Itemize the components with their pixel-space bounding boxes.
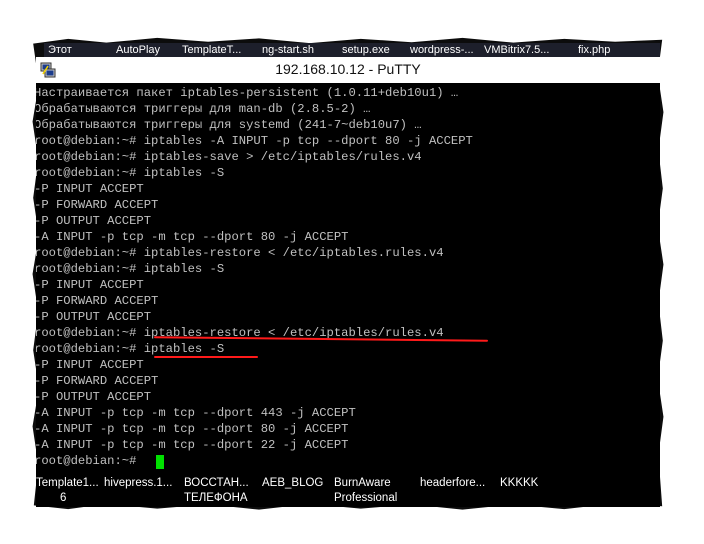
taskbar-item[interactable]: headerfore... [420,476,485,490]
taskbar-item[interactable]: setup.exe [342,43,390,57]
taskbar-item-sublabel: 6 [60,492,67,504]
taskbar-item[interactable]: hivepress.1... [104,476,172,490]
terminal-line: root@debian:~# iptables -A INPUT -p tcp … [36,134,473,148]
taskbar-item[interactable]: VMBitrix7.5... [484,43,549,57]
taskbar-item[interactable]: Template1... [36,476,99,490]
terminal-line: -P OUTPUT ACCEPT [36,310,152,324]
taskbar-item[interactable]: KKKKK [500,476,538,490]
terminal-line: -P FORWARD ACCEPT [36,198,159,212]
terminal-line: root@debian:~# iptables-save > /etc/ipta… [36,150,422,164]
terminal-line: -P FORWARD ACCEPT [36,294,159,308]
terminal-prompt: root@debian:~# [36,454,144,468]
terminal-line: root@debian:~# iptables -S [36,166,225,180]
terminal-line: -P OUTPUT ACCEPT [36,390,152,404]
terminal-line: -A INPUT -p tcp -m tcp --dport 80 -j ACC… [36,422,349,436]
desktop-taskbar-bottom: Template1... hivepress.1... ВОССТАН... A… [36,473,660,507]
taskbar-item[interactable]: wordpress-... [410,43,474,57]
window-title: 192.168.10.12 - PuTTY [275,61,421,77]
taskbar-item[interactable]: AutoPlay [116,43,160,57]
taskbar-item[interactable]: TemplateT... [182,43,241,57]
taskbar-item[interactable]: ВОССТАН... [184,476,249,490]
terminal-line: -P INPUT ACCEPT [36,358,144,372]
taskbar-item[interactable]: BurnAware [334,476,391,490]
desktop-taskbar-top: Этот AutoPlay TemplateT... ng-start.sh s… [44,43,660,57]
terminal-line: -P INPUT ACCEPT [36,278,144,292]
terminal-line: -P INPUT ACCEPT [36,182,144,196]
taskbar-item[interactable]: ng-start.sh [262,43,314,57]
window-titlebar[interactable]: 192.168.10.12 - PuTTY [36,57,660,83]
terminal-line: -A INPUT -p tcp -m tcp --dport 443 -j AC… [36,406,356,420]
terminal-line-highlighted: root@debian:~# iptables -S [36,342,225,356]
terminal-line: Настраивается пакет iptables-persistent … [36,86,459,100]
terminal-line: Обрабатываются триггеры для man-db (2.8.… [36,102,371,116]
terminal-line: -A INPUT -p tcp -m tcp --dport 80 -j ACC… [36,230,349,244]
terminal-line: -P FORWARD ACCEPT [36,374,159,388]
terminal-line: -P OUTPUT ACCEPT [36,214,152,228]
red-underline-annotation [154,356,258,358]
terminal-line: root@debian:~# iptables-restore < /etc/i… [36,246,444,260]
taskbar-item-sublabel: ТЕЛЕФОНА [184,492,248,504]
terminal-line: -A INPUT -p tcp -m tcp --dport 22 -j ACC… [36,438,349,452]
terminal-line: Обрабатываются триггеры для systemd (241… [36,118,422,132]
terminal-line: root@debian:~# iptables -S [36,262,225,276]
terminal-output[interactable]: Настраивается пакет iptables-persistent … [36,83,660,473]
taskbar-item[interactable]: AEB_BLOG [262,476,323,490]
taskbar-item-sublabel: Professional [334,492,398,504]
taskbar-item[interactable]: fix.php [578,43,610,57]
terminal-cursor [156,455,164,469]
taskbar-item[interactable]: Этот [48,43,72,57]
